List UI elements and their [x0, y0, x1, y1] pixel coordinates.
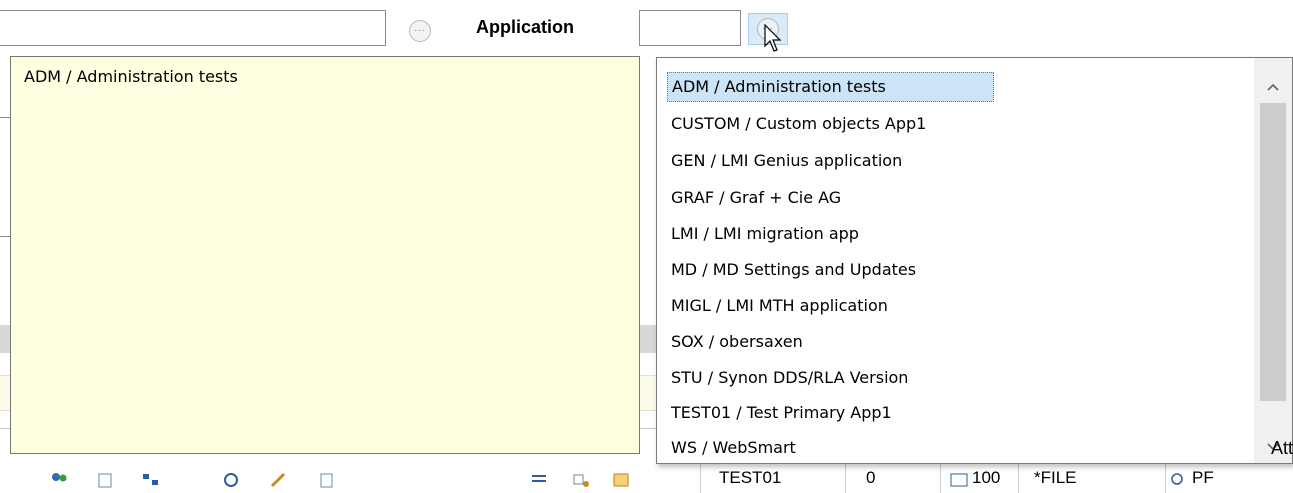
search-input[interactable]: [0, 10, 386, 46]
list-item[interactable]: WS / WebSmart: [667, 433, 800, 463]
scroll-up-arrow-icon[interactable]: [1254, 71, 1292, 103]
report-icon[interactable]: [318, 472, 336, 488]
document-icon[interactable]: [97, 472, 115, 488]
list-item[interactable]: MIGL / LMI MTH application: [667, 291, 892, 321]
list-tree-icon[interactable]: [530, 472, 548, 488]
mouse-cursor-icon: [764, 24, 782, 52]
divider: [0, 117, 10, 118]
edit-pencil-icon[interactable]: [270, 472, 288, 488]
application-dropdown-list[interactable]: ADM / Administration tests CUSTOM / Cust…: [656, 57, 1293, 464]
refresh-icon[interactable]: [222, 472, 240, 488]
column-header-partial: Att: [1271, 438, 1293, 458]
list-item[interactable]: CUSTOM / Custom objects App1: [667, 109, 930, 139]
physical-file-icon: [1171, 473, 1183, 485]
grid-icon[interactable]: [612, 472, 630, 488]
ellipsis-icon: ...: [414, 23, 426, 34]
list-item[interactable]: GRAF / Graf + Cie AG: [667, 183, 845, 213]
module-icon[interactable]: [572, 472, 590, 488]
row-name: TEST01: [719, 468, 782, 487]
list-item[interactable]: MD / MD Settings and Updates: [667, 255, 920, 285]
vertical-scrollbar[interactable]: [1254, 58, 1292, 463]
list-item[interactable]: TEST01 / Test Primary App1: [667, 398, 896, 428]
list-item[interactable]: GEN / LMI Genius application: [667, 146, 906, 176]
hierarchy-icon[interactable]: [142, 472, 160, 488]
application-field[interactable]: [639, 10, 741, 46]
scrollbar-thumb[interactable]: [1260, 103, 1286, 401]
list-item[interactable]: SOX / obersaxen: [667, 327, 807, 357]
browse-button[interactable]: ...: [409, 20, 431, 42]
row-type: *FILE: [1034, 468, 1077, 487]
list-icon: [950, 473, 968, 487]
tooltip-pane: ADM / Administration tests: [10, 56, 640, 454]
application-label: Application: [476, 17, 574, 37]
row-attribute: PF: [1192, 468, 1214, 487]
row-size: 100: [972, 468, 1001, 487]
tooltip-text: ADM / Administration tests: [24, 67, 238, 86]
list-item[interactable]: STU / Synon DDS/RLA Version: [667, 363, 912, 393]
users-icon[interactable]: [50, 472, 68, 488]
list-item[interactable]: ADM / Administration tests: [667, 72, 994, 102]
divider: [0, 236, 10, 237]
row-count: 0: [866, 468, 876, 487]
list-item[interactable]: LMI / LMI migration app: [667, 219, 863, 249]
